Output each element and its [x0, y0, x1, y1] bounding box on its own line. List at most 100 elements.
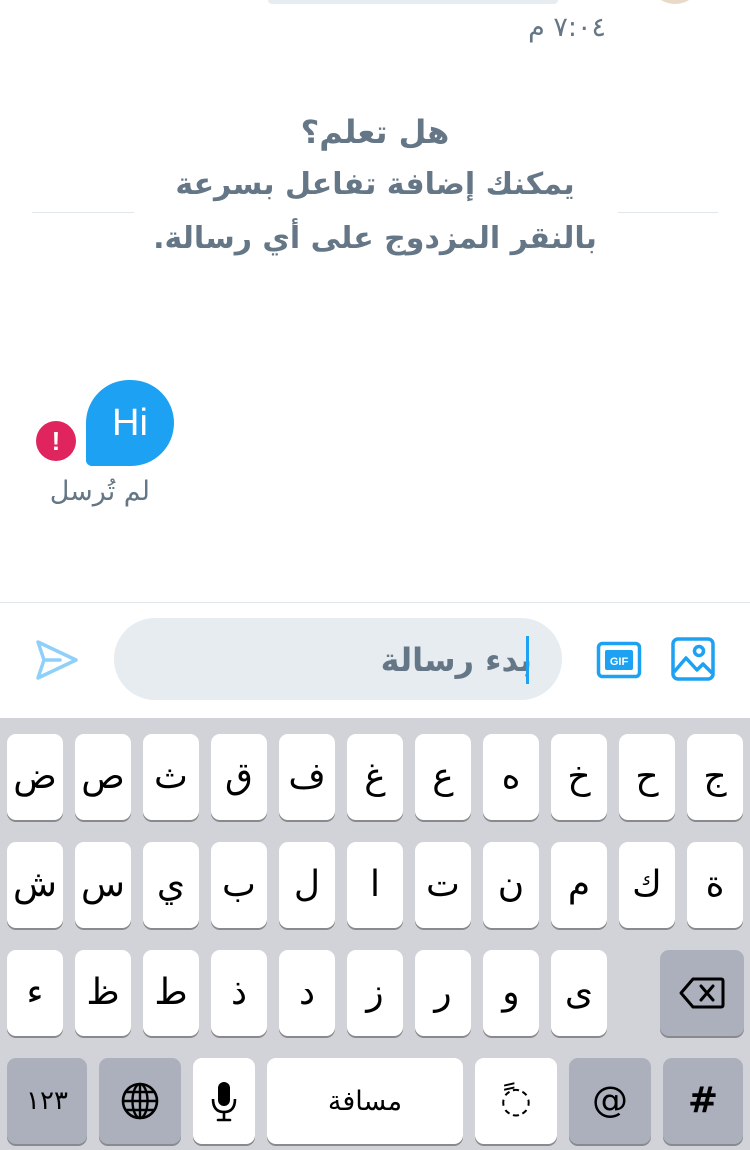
image-icon: [671, 637, 715, 681]
message-input-placeholder: بدء رسالة: [380, 641, 532, 679]
key[interactable]: ف: [279, 734, 335, 820]
diacritic-key[interactable]: ◌ً: [475, 1058, 557, 1144]
key[interactable]: ث: [143, 734, 199, 820]
numbers-key[interactable]: ١٢٣: [7, 1058, 87, 1144]
key-label: ب: [222, 864, 256, 905]
key[interactable]: ر: [415, 950, 471, 1036]
key-label: ض: [13, 756, 57, 797]
gif-button[interactable]: GIF: [596, 638, 642, 682]
key-label: ز: [366, 972, 384, 1013]
key-label: ط: [154, 972, 188, 1013]
hash-key[interactable]: #: [663, 1058, 743, 1144]
key-label: ◌ً: [500, 1080, 532, 1121]
key[interactable]: ع: [415, 734, 471, 820]
key-label: ق: [225, 756, 253, 797]
key[interactable]: و: [483, 950, 539, 1036]
key[interactable]: غ: [347, 734, 403, 820]
key[interactable]: ط: [143, 950, 199, 1036]
message-status[interactable]: لم تُرسل: [30, 476, 150, 507]
key-label: م: [567, 864, 591, 905]
key[interactable]: ي: [143, 842, 199, 928]
key-label: @: [592, 1080, 628, 1121]
key-label: ة: [705, 864, 725, 905]
text-cursor: [526, 636, 529, 684]
key[interactable]: س: [75, 842, 131, 928]
key[interactable]: ش: [7, 842, 63, 928]
key-label: ح: [635, 756, 659, 797]
composer-divider: [0, 602, 750, 603]
key[interactable]: ص: [75, 734, 131, 820]
message-timestamp: ٧:٠٤ م: [528, 12, 606, 43]
key[interactable]: ة: [687, 842, 743, 928]
error-icon[interactable]: !: [36, 421, 76, 461]
key-label: ظ: [86, 972, 120, 1013]
key-label: ر: [434, 972, 452, 1013]
key[interactable]: ق: [211, 734, 267, 820]
key-label: ك: [632, 864, 662, 905]
key-label: ا: [369, 864, 380, 905]
space-key[interactable]: مسافة: [267, 1058, 463, 1144]
key[interactable]: ل: [279, 842, 335, 928]
key-label: د: [298, 972, 316, 1013]
send-button[interactable]: [34, 638, 80, 682]
key-label: ش: [13, 864, 57, 905]
key-label: ذ: [230, 972, 248, 1013]
key[interactable]: د: [279, 950, 335, 1036]
microphone-key[interactable]: [193, 1058, 255, 1144]
key[interactable]: ظ: [75, 950, 131, 1036]
key-label: خ: [567, 756, 591, 797]
key-label: و: [502, 972, 520, 1013]
send-icon: [36, 640, 78, 680]
microphone-icon: [211, 1082, 237, 1122]
key[interactable]: ك: [619, 842, 675, 928]
backspace-key[interactable]: [660, 950, 744, 1036]
key-label: #: [687, 1080, 719, 1121]
message-text: Hi: [112, 401, 148, 444]
gif-icon: GIF: [596, 641, 642, 679]
key-label: س: [81, 864, 125, 905]
tip-line-2: بالنقر المزدوج على أي رسالة.: [147, 212, 603, 266]
svg-text:GIF: GIF: [610, 656, 629, 668]
key[interactable]: ا: [347, 842, 403, 928]
key[interactable]: ء: [7, 950, 63, 1036]
key[interactable]: ن: [483, 842, 539, 928]
key-label: ١٢٣: [26, 1086, 68, 1116]
key-label: ل: [293, 864, 321, 905]
key-label: ث: [154, 756, 188, 797]
key-label: ى: [564, 972, 594, 1013]
key-label: ن: [497, 864, 525, 905]
tip-title: هل تعلم؟: [300, 113, 450, 151]
globe-key[interactable]: [99, 1058, 181, 1144]
key[interactable]: ت: [415, 842, 471, 928]
keyboard: ض ص ث ق ف غ ع ه خ ح ج ش س ي ب ل ا ت ن م …: [0, 718, 750, 1150]
tip-box: هل تعلم؟ يمكنك إضافة تفاعل بسرعة بالنقر …: [120, 108, 630, 266]
backspace-icon: [679, 977, 725, 1009]
image-button[interactable]: [670, 636, 716, 682]
key[interactable]: خ: [551, 734, 607, 820]
key[interactable]: ز: [347, 950, 403, 1036]
key[interactable]: م: [551, 842, 607, 928]
key-label: مسافة: [327, 1085, 403, 1117]
key-label: ه: [501, 756, 521, 797]
divider-right: [618, 212, 718, 213]
key[interactable]: ب: [211, 842, 267, 928]
key[interactable]: ج: [687, 734, 743, 820]
key-label: ء: [26, 972, 44, 1013]
key-label: ج: [703, 756, 727, 797]
tip-line-1: يمكنك إضافة تفاعل بسرعة: [169, 158, 581, 212]
previous-message-bubble: [268, 0, 558, 4]
at-key[interactable]: @: [569, 1058, 651, 1144]
key-label: ع: [432, 756, 454, 797]
key[interactable]: ح: [619, 734, 675, 820]
key-label: غ: [364, 756, 386, 797]
key-label: ص: [81, 756, 125, 797]
message-bubble[interactable]: Hi: [86, 380, 174, 466]
key[interactable]: ذ: [211, 950, 267, 1036]
key-label: ف: [288, 756, 326, 797]
key[interactable]: ض: [7, 734, 63, 820]
message-input[interactable]: بدء رسالة: [114, 618, 562, 700]
key-label: ت: [426, 864, 460, 905]
divider-left: [32, 212, 134, 213]
key[interactable]: ه: [483, 734, 539, 820]
key[interactable]: ى: [551, 950, 607, 1036]
